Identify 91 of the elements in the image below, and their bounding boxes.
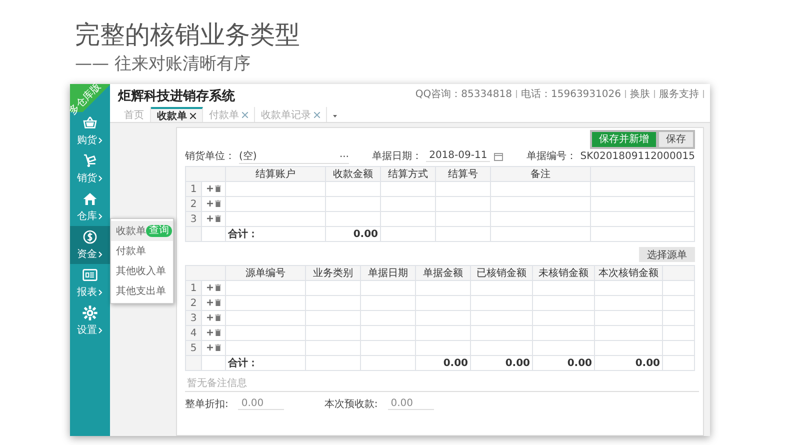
report-icon <box>82 267 98 283</box>
note-field[interactable]: 暂无备注信息 <box>185 375 699 392</box>
delete-icon[interactable] <box>214 328 220 336</box>
total-value: 0.00 <box>505 358 530 368</box>
select-source-button[interactable]: 选择源单 <box>639 247 695 262</box>
column-header: 结算方式 <box>380 166 436 182</box>
row-number: 1 <box>186 182 202 196</box>
column-header: 结算账户 <box>226 166 326 182</box>
header-link[interactable]: 服务支持 <box>659 87 699 101</box>
amount-field[interactable]: 0.00 <box>388 398 434 410</box>
chevron-right-icon <box>98 136 103 144</box>
row-number: 2 <box>186 296 202 310</box>
sidebar-item[interactable]: 销货 <box>70 150 110 188</box>
column-header: 备注 <box>490 166 590 182</box>
total-value: 0.00 <box>443 358 468 368</box>
add-icon[interactable] <box>206 328 212 336</box>
total-label: 合计： <box>228 356 258 370</box>
add-icon[interactable] <box>206 284 212 290</box>
column-header: 业务类别 <box>306 266 360 280</box>
add-icon[interactable] <box>206 184 212 192</box>
delete-icon[interactable] <box>214 284 220 290</box>
delete-icon[interactable] <box>214 298 220 306</box>
sidebar-item[interactable]: 设置 <box>70 302 110 340</box>
field-label: 单据日期： <box>372 150 422 163</box>
delete-icon[interactable] <box>214 200 220 206</box>
field-label: 单据编号： <box>526 150 576 163</box>
row-number: 4 <box>186 326 202 340</box>
app-title: 炬辉科技进销存系统 <box>118 88 235 105</box>
column-header: 已核销金额 <box>470 266 532 280</box>
query-badge[interactable]: 查询 <box>146 225 172 237</box>
row-number: 5 <box>186 340 202 356</box>
header-link[interactable]: QQ咨询：85334818 <box>415 87 512 101</box>
document-number: SK0201809112000015 <box>580 150 695 162</box>
delete-icon[interactable] <box>214 344 220 350</box>
unit-field[interactable]: (空) ... <box>239 148 349 164</box>
add-icon[interactable] <box>206 344 212 350</box>
add-icon[interactable] <box>206 314 212 320</box>
tab[interactable]: 收款单记录 <box>255 107 327 122</box>
submenu-item[interactable]: 其他收入单 <box>111 261 173 281</box>
submenu-item[interactable]: 付款单 <box>111 241 173 261</box>
field-label: 销货单位： <box>185 150 235 163</box>
delete-icon[interactable] <box>214 314 220 320</box>
total-value: 0.00 <box>635 358 660 368</box>
add-icon[interactable] <box>206 200 212 206</box>
header-link[interactable]: 电话：15963931026 <box>521 87 621 101</box>
header-link[interactable]: 换肤 <box>630 87 650 101</box>
basket-icon <box>82 115 98 131</box>
sidebar-item[interactable]: 仓库 <box>70 188 110 226</box>
date-field[interactable]: 2018-09-11 <box>426 150 490 162</box>
chevron-right-icon <box>98 212 103 220</box>
submenu-item[interactable]: 其他支出单 <box>111 281 173 301</box>
add-icon[interactable] <box>206 298 212 306</box>
house-icon <box>82 191 98 207</box>
amount-field[interactable]: 0.00 <box>238 398 284 410</box>
row-number: 1 <box>186 280 202 296</box>
settings-icon <box>82 305 98 321</box>
delete-icon[interactable] <box>214 214 220 222</box>
submenu-item[interactable]: 收款单 查询 <box>111 221 173 241</box>
sidebar-item[interactable]: 报表 <box>70 264 110 302</box>
add-icon[interactable] <box>206 214 212 222</box>
row-number: 3 <box>186 212 202 226</box>
total-value: 0.00 <box>567 358 592 368</box>
tab[interactable]: 收款单 <box>151 107 203 122</box>
calendar-icon[interactable] <box>494 152 504 160</box>
save-button[interactable]: 保存 <box>659 132 693 147</box>
total-label: 合计： <box>228 228 258 241</box>
column-header: 未核销金额 <box>532 266 594 280</box>
column-header: 单据金额 <box>416 266 470 280</box>
chevron-right-icon <box>98 326 103 334</box>
dolly-icon <box>82 153 98 169</box>
column-header: 结算号 <box>436 166 490 182</box>
chevron-right-icon <box>98 250 103 258</box>
chevron-right-icon <box>98 288 103 296</box>
close-icon[interactable] <box>190 112 196 118</box>
chevron-right-icon <box>98 174 103 182</box>
row-number: 2 <box>186 196 202 212</box>
dollar-icon <box>82 229 98 245</box>
column-header: 本次核销金额 <box>594 266 662 280</box>
tab[interactable]: 付款单 <box>203 107 255 122</box>
column-header: 单据日期 <box>360 266 416 280</box>
sidebar-item[interactable]: 资金 <box>70 226 110 264</box>
column-header: 源单编号 <box>226 266 306 280</box>
total-value: 0.00 <box>353 228 378 240</box>
column-header: 收款金额 <box>326 166 380 182</box>
field-label: 整单折扣: <box>185 398 228 411</box>
delete-icon[interactable] <box>214 184 220 192</box>
field-label: 本次预收款: <box>324 398 378 411</box>
subheadline: —— 往来对账清晰有序 <box>75 53 252 76</box>
row-number: 3 <box>186 310 202 326</box>
headline: 完整的核销业务类型 <box>75 20 301 50</box>
save-and-new-button[interactable]: 保存并新增 <box>592 132 656 147</box>
